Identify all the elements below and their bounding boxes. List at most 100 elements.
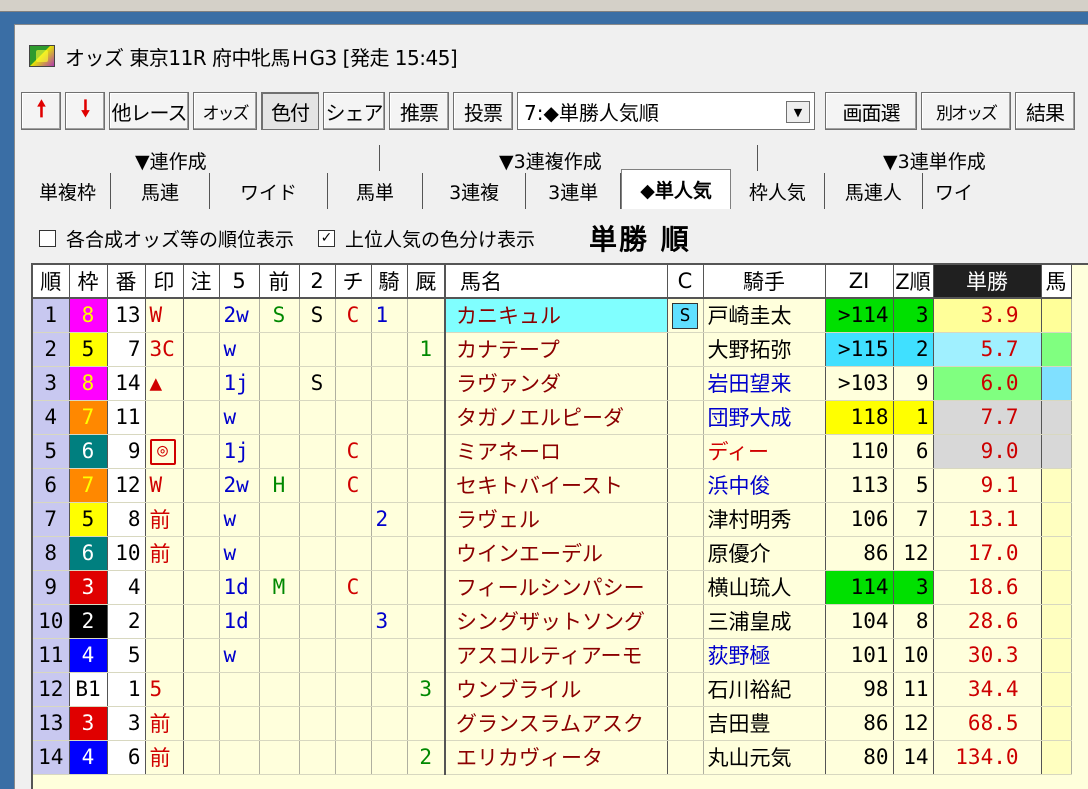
cell-rank: 2 [33,332,70,367]
cell-name[interactable]: ラヴァンダ [444,366,668,401]
down-arrow-button[interactable]: 🠗 [65,92,105,130]
cell-name[interactable]: ウンブライル [444,672,668,707]
col-header-c[interactable]: C [667,265,704,299]
section-3renpuku[interactable]: ▼3連複作成 [499,147,602,174]
col-header-jockey[interactable]: 騎手 [703,265,826,299]
odds-button[interactable]: オッズ [193,92,257,130]
col-header-c5[interactable]: 5 [219,265,260,299]
col-header-rank[interactable]: 順 [33,265,70,299]
table-row[interactable]: 12 B1 1 5 3 ウンブライル 石川裕紀 98 11 34.4 [33,672,1072,707]
suihyo-button[interactable]: 推票 [389,92,449,130]
col-header-waku[interactable]: 枠 [69,265,108,299]
cell-mark: ◎ [145,434,184,469]
cell-note [183,604,220,639]
tab-3rentan[interactable]: 3連単 [526,173,622,209]
col-header-name[interactable]: 馬名 [444,265,668,299]
tab-wide-ninki[interactable]: ワイ [923,173,985,209]
vote-button[interactable]: 投票 [453,92,513,130]
cell-name[interactable]: タガノエルピーダ [444,400,668,435]
col-header-zjun[interactable]: Z順 [893,265,934,299]
color-display-checkbox[interactable]: ✓ [318,229,336,247]
cell-chi [335,502,372,537]
color-display-option[interactable]: ✓ 上位人気の色分け表示 [318,225,535,252]
cell-name[interactable]: アスコルティアーモ [444,638,668,673]
cell-name[interactable]: シングザットソング [444,604,668,639]
sort-select[interactable]: 7:◆単勝人気順 ▼ [517,92,815,130]
cell-uma: 7 [107,332,146,367]
col-header-mae[interactable]: 前 [259,265,300,299]
cell-name[interactable]: ラヴェル [444,502,668,537]
cell-zi: 80 [825,740,894,775]
col-header-mark[interactable]: 印 [145,265,184,299]
tab-3renpuku[interactable]: 3連複 [423,173,527,209]
rank-display-label: 各合成オッズ等の順位表示 [66,228,295,251]
table-row[interactable]: 1 8 13 W 2w S S C 1 カニキュル S 戸崎圭太 >114 3 3.9 [33,298,1072,333]
cell-name[interactable]: カナテープ [444,332,668,367]
other-race-button[interactable]: 他レース [109,92,189,130]
cell-odds: 17.0 [933,536,1042,571]
col-header-kishu[interactable]: 騎 [371,265,408,299]
tab-tanpuku-waku[interactable]: 単複枠 [25,173,112,209]
col-header-chi[interactable]: チ [335,265,372,299]
section-ren[interactable]: ▼連作成 [135,147,207,174]
col-header-uma[interactable]: 番 [107,265,146,299]
cell-c [667,706,704,741]
table-row[interactable]: 5 6 9 ◎ 1j C ミアネーロ ディー 110 6 9.0 [33,434,1072,469]
table-row[interactable]: 14 4 6 前 2 エリカヴィータ 丸山元気 80 14 134.0 [33,740,1072,775]
col-header-zi[interactable]: ZI [825,265,894,299]
cell-mae: S [259,298,300,333]
table-row[interactable]: 9 3 4 1d M C フィールシンパシー 横山琉人 114 3 18.6 [33,570,1072,605]
tab-umaren-ninki[interactable]: 馬連人 [825,173,923,209]
cell-name[interactable]: ウインエーデル [444,536,668,571]
col-header-odds[interactable]: 単勝 [933,265,1042,299]
tab-umaren[interactable]: 馬連 [111,173,211,209]
up-arrow-button[interactable]: 🠕 [21,92,61,130]
tab-wide[interactable]: ワイド [210,173,329,209]
tab-umatan[interactable]: 馬単 [328,173,424,209]
cell-c [667,468,704,503]
table-row[interactable]: 13 3 3 前グランスラムアスク 吉田豊 86 12 68.5 [33,706,1072,741]
cell-mark: W [145,468,184,503]
rank-display-option[interactable]: 各合成オッズ等の順位表示 [39,225,294,252]
col-header-extra[interactable]: 馬 [1041,265,1072,299]
result-button[interactable]: 結果 [1015,92,1075,130]
chevron-down-icon[interactable]: ▼ [786,101,810,123]
cell-kishu [371,672,408,707]
cell-kyu [407,400,446,435]
rank-display-checkbox[interactable] [39,229,56,247]
table-row[interactable]: 11 4 5 w アスコルティアーモ 荻野極 101 10 30.3 [33,638,1072,673]
table-row[interactable]: 6 7 12 W 2w H C セキトバイースト 浜中俊 113 5 9.1 [33,468,1072,503]
tab-tan-ninki[interactable]: ◆単人気 [621,169,731,209]
col-header-kyu[interactable]: 厩 [407,265,446,299]
cell-name[interactable]: カニキュル [444,298,668,333]
section-row: ▼連作成 ▼3連複作成 ▼3連単作成 [25,145,1088,173]
sort-select-value: 7:◆単勝人気順 [524,100,659,125]
window-title: オッズ 東京11R 府中牝馬ＨG3 [発走 15:45] [65,45,458,70]
color-button[interactable]: 色付 [261,92,319,130]
tab-waku-ninki[interactable]: 枠人気 [731,173,825,209]
cell-jockey: 三浦皇成 [703,604,826,639]
cell-c5: w [219,400,260,435]
section-3rentan[interactable]: ▼3連単作成 [883,147,986,174]
table-row[interactable]: 3 8 14 ▲ 1j S ラヴァンダ 岩田望来 >103 9 6.0 [33,366,1072,401]
share-button[interactable]: シェア [323,92,385,130]
other-odds-button[interactable]: 別オッズ [921,92,1011,130]
cell-odds: 30.3 [933,638,1042,673]
table-row[interactable]: 8 6 10 前 w ウインエーデル 原優介 86 12 17.0 [33,536,1072,571]
cell-name[interactable]: グランスラムアスク [444,706,668,741]
cell-zjun: 5 [893,468,934,503]
table-row[interactable]: 7 5 8 前 w 2 ラヴェル 津村明秀 106 7 13.1 [33,502,1072,537]
cell-c2: S [299,298,336,333]
cell-name[interactable]: ミアネーロ [444,434,668,469]
cell-name[interactable]: セキトバイースト [444,468,668,503]
cell-waku: 8 [69,366,108,401]
table-row[interactable]: 2 5 7 3C w 1 カナテープ 大野拓弥 >115 2 5.7 [33,332,1072,367]
cell-name[interactable]: エリカヴィータ [444,740,668,775]
table-row[interactable]: 4 7 11 w タガノエルピーダ 団野大成 118 1 7.7 [33,400,1072,435]
col-header-c2[interactable]: 2 [299,265,336,299]
col-header-note[interactable]: 注 [183,265,220,299]
cell-name[interactable]: フィールシンパシー [444,570,668,605]
table-row[interactable]: 10 2 2 1d 3 シングザットソング 三浦皇成 104 8 28.6 [33,604,1072,639]
cell-note [183,468,220,503]
screen-select-button[interactable]: 画面選 [825,92,917,130]
